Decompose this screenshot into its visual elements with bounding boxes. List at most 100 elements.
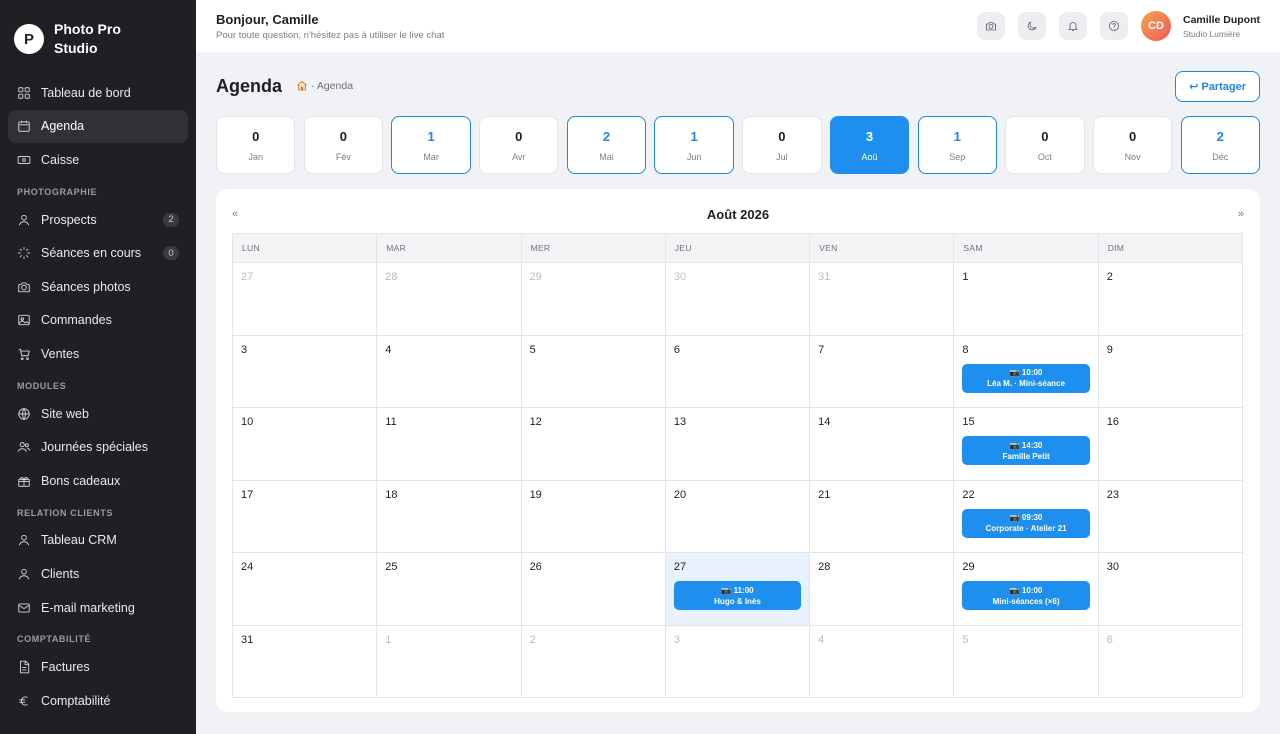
day-number: 30: [1106, 561, 1119, 573]
day-cell[interactable]: 25: [377, 553, 522, 626]
brand[interactable]: P Photo Pro Studio: [0, 0, 196, 76]
sidebar-item-journees-speciales[interactable]: Journées spéciales: [8, 430, 188, 464]
day-cell[interactable]: 15 📷 14:30 Famille Petit: [954, 408, 1099, 481]
sidebar-item-factures[interactable]: Factures: [8, 650, 188, 684]
month-tab-6[interactable]: 0 Jul: [742, 116, 822, 174]
day-cell[interactable]: 2: [521, 625, 666, 698]
day-cell[interactable]: 12: [521, 408, 666, 481]
day-cell[interactable]: 29: [521, 263, 666, 336]
day-cell[interactable]: 30: [1098, 553, 1243, 626]
day-cell[interactable]: 14: [810, 408, 955, 481]
day-cell[interactable]: 16: [1098, 408, 1243, 481]
sidebar-item-seances-en-cours[interactable]: Séances en cours 0: [8, 236, 188, 270]
day-cell[interactable]: 21: [810, 480, 955, 553]
sidebar-item-clients[interactable]: Clients: [8, 557, 188, 591]
day-cell[interactable]: 28: [377, 263, 522, 336]
calendar-icon: [17, 119, 31, 133]
day-cell[interactable]: 11: [377, 408, 522, 481]
greeting-block: Bonjour, Camille Pour toute question, n'…: [216, 12, 964, 41]
day-cell[interactable]: 5: [521, 335, 666, 408]
event-chip[interactable]: 📷 14:30 Famille Petit: [962, 436, 1090, 465]
user-info[interactable]: Camille Dupont Studio Lumière: [1183, 14, 1260, 39]
day-cell[interactable]: 9: [1098, 335, 1243, 408]
help-button[interactable]: [1099, 12, 1128, 40]
month-tab-1[interactable]: 0 Fév: [303, 116, 384, 174]
event-chip[interactable]: 📷 10:00 Mini-séances (×6): [962, 581, 1090, 610]
sidebar-item-caisse[interactable]: Caisse: [8, 143, 188, 177]
day-cell[interactable]: 31: [233, 625, 378, 698]
month-tab-9[interactable]: 0 Oct: [1005, 116, 1085, 174]
month-tab-5[interactable]: 1 Jun: [654, 116, 734, 174]
day-cell[interactable]: 28: [810, 553, 955, 626]
event-chip[interactable]: 📷 09:30 Corporate · Atelier 21: [962, 508, 1090, 538]
day-number: 31: [818, 271, 831, 283]
month-tab-3[interactable]: 0 Avr: [479, 116, 559, 174]
day-cell[interactable]: 1: [954, 263, 1099, 336]
sidebar-item-site-web[interactable]: Site web: [8, 397, 188, 431]
event-chip[interactable]: 📷 10:00 Léa M. · Mini-séance: [962, 363, 1090, 393]
sidebar-item-tableau-crm[interactable]: Tableau CRM: [8, 524, 188, 558]
sidebar-item-ventes[interactable]: Ventes: [8, 337, 188, 371]
day-cell[interactable]: 2: [1098, 263, 1243, 336]
month-tab-10[interactable]: 0 Nov: [1092, 116, 1173, 174]
day-cell[interactable]: 1: [377, 625, 522, 698]
sidebar-item-prospects[interactable]: Prospects 2: [8, 203, 188, 237]
sidebar-item-comptabilite[interactable]: Comptabilité: [8, 684, 188, 718]
notifications-button[interactable]: [1058, 12, 1087, 40]
day-cell[interactable]: 27: [233, 263, 378, 336]
month-count: 3: [865, 128, 874, 144]
day-number: 27: [241, 271, 254, 283]
avatar[interactable]: CD: [1140, 11, 1171, 41]
day-number: 27: [673, 561, 687, 573]
next-month-button[interactable]: »: [1230, 208, 1244, 220]
day-cell[interactable]: 13: [665, 408, 811, 481]
calendar-month-label: Août 2026: [706, 206, 770, 222]
month-tab-8[interactable]: 1 Sep: [917, 116, 997, 174]
sidebar-item-e-mail-marketing[interactable]: E-mail marketing: [8, 591, 188, 625]
share-button[interactable]: ↩ Partager: [1175, 70, 1260, 102]
prev-month-button[interactable]: «: [232, 208, 246, 220]
moon-icon: [1027, 21, 1037, 31]
day-number: 25: [385, 561, 398, 573]
day-cell[interactable]: 20: [665, 480, 811, 553]
day-cell[interactable]: 18: [377, 480, 522, 553]
month-tab-2[interactable]: 1 Mar: [391, 116, 471, 174]
month-tab-7[interactable]: 3 Aoû: [829, 116, 910, 174]
day-cell[interactable]: 7: [810, 335, 955, 408]
sidebar-item-bons-cadeaux[interactable]: Bons cadeaux: [8, 464, 188, 498]
day-cell[interactable]: 3: [665, 625, 811, 698]
month-tab-0[interactable]: 0 Jan: [216, 116, 296, 174]
day-cell[interactable]: 27 📷 11:00 Hugo & Inès: [665, 553, 811, 626]
sidebar-item-agenda[interactable]: Agenda: [8, 109, 188, 144]
day-cell[interactable]: 26: [521, 553, 666, 626]
month-tab-4[interactable]: 2 Mai: [566, 116, 647, 174]
day-number: 7: [818, 343, 825, 356]
day-cell[interactable]: 10: [233, 408, 378, 481]
day-cell[interactable]: 4: [377, 335, 522, 408]
month-tab-11[interactable]: 2 Déc: [1180, 116, 1260, 174]
day-cell[interactable]: 6: [1098, 625, 1243, 698]
day-cell[interactable]: 17: [233, 480, 378, 553]
day-cell[interactable]: 4: [810, 625, 955, 698]
users-icon: [17, 440, 31, 454]
day-cell[interactable]: 8 📷 10:00 Léa M. · Mini-séance: [954, 335, 1099, 408]
camera-button[interactable]: [976, 12, 1005, 40]
day-cell[interactable]: 6: [665, 335, 811, 408]
sidebar-item-tableau-de-bord[interactable]: Tableau de bord: [8, 76, 188, 110]
dark-mode-button[interactable]: [1017, 12, 1046, 40]
day-cell[interactable]: 5: [954, 625, 1099, 698]
day-cell[interactable]: 3: [233, 335, 378, 408]
event-chip[interactable]: 📷 11:00 Hugo & Inès: [673, 581, 802, 610]
day-cell[interactable]: 30: [665, 263, 811, 336]
sidebar-item-seances-photos[interactable]: Séances photos: [8, 270, 188, 304]
day-cell[interactable]: 31: [810, 263, 955, 336]
sidebar-item-commandes[interactable]: Commandes: [8, 304, 188, 338]
day-cell[interactable]: 29 📷 10:00 Mini-séances (×6): [954, 553, 1099, 626]
day-cell[interactable]: 23: [1098, 480, 1243, 553]
count-badge: 2: [163, 212, 179, 227]
home-icon[interactable]: [296, 80, 308, 92]
month-name: Mar: [423, 151, 439, 162]
day-cell[interactable]: 24: [233, 553, 378, 626]
day-cell[interactable]: 19: [521, 480, 666, 553]
day-cell[interactable]: 22 📷 09:30 Corporate · Atelier 21: [954, 480, 1099, 553]
